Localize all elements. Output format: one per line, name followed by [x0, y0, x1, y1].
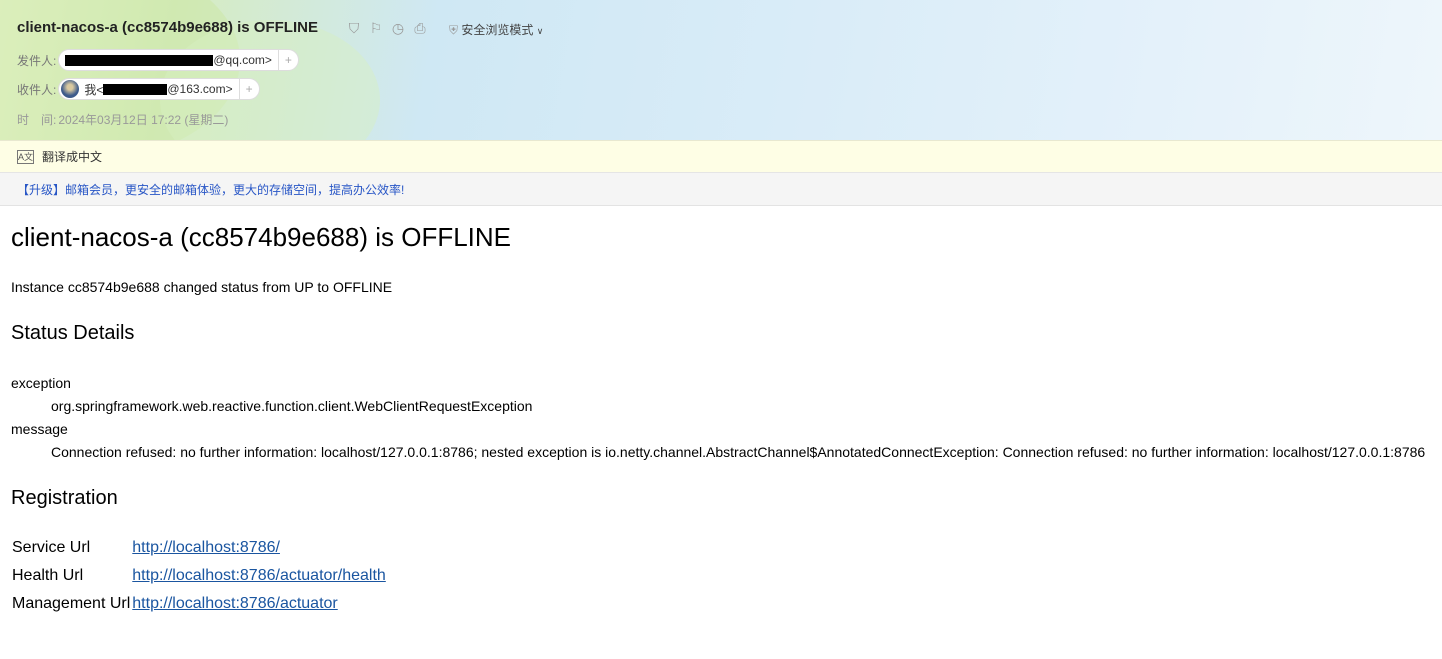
flag-icon[interactable]: ⚐: [368, 20, 384, 37]
status-details-title: Status Details: [11, 322, 135, 344]
sender-email: @qq.com>: [213, 53, 272, 67]
row-label: Health Url: [12, 567, 84, 584]
add-contact-button[interactable]: +: [238, 79, 259, 99]
chevron-down-icon: ∨: [536, 26, 544, 36]
registration-table: Service Url http://localhost:8786/ Health…: [11, 534, 387, 618]
table-row: Health Url http://localhost:8786/actuator…: [11, 562, 387, 590]
management-url-link[interactable]: http://localhost:8786/actuator: [132, 595, 337, 612]
detail-key: exception: [11, 375, 71, 391]
sender-label: 发件人:: [17, 53, 57, 68]
promo-banner[interactable]: 【升级】邮箱会员，更安全的邮箱体验，更大的存储空间，提高办公效率!: [0, 173, 1442, 206]
time-value: 2024年03月12日 17:22 (星期二): [58, 113, 229, 127]
shield-icon: ⛨: [449, 23, 462, 37]
mail-heading: client-nacos-a (cc8574b9e688) is OFFLINE: [11, 222, 512, 252]
detail-value: org.springframework.web.reactive.functio…: [51, 398, 533, 414]
detail-value: Connection refused: no further informati…: [51, 444, 1426, 460]
recipient-label: 收件人:: [17, 82, 57, 97]
mail-subject: client-nacos-a (cc8574b9e688) is OFFLINE: [17, 19, 318, 36]
translate-icon: A文: [17, 149, 34, 164]
table-row: Service Url http://localhost:8786/: [11, 534, 387, 562]
avatar: [61, 80, 80, 98]
service-url-link[interactable]: http://localhost:8786/: [132, 539, 280, 556]
recipient-email: @163.com>: [167, 82, 233, 96]
add-contact-button[interactable]: +: [277, 50, 298, 70]
time-label: 时 间:: [17, 113, 57, 127]
health-url-link[interactable]: http://localhost:8786/actuator/health: [132, 567, 386, 584]
status-change-text: Instance cc8574b9e688 changed status fro…: [11, 279, 393, 295]
status-details-list: exception org.springframework.web.reacti…: [11, 372, 1425, 464]
promo-text[interactable]: 【升级】邮箱会员，更安全的邮箱体验，更大的存储空间，提高办公效率!: [17, 181, 404, 198]
print-icon[interactable]: ⎙: [412, 20, 428, 37]
recipient-chip[interactable]: 我< @163.com> +: [58, 78, 260, 100]
registration-title: Registration: [11, 487, 118, 509]
clock-icon[interactable]: ◷: [390, 20, 406, 37]
mail-header: client-nacos-a (cc8574b9e688) is OFFLINE…: [0, 0, 1442, 140]
mail-body: client-nacos-a (cc8574b9e688) is OFFLINE…: [11, 222, 1425, 618]
row-label: Management Url: [12, 595, 131, 612]
recipient-prefix: 我<: [84, 82, 104, 97]
translate-bar[interactable]: A文 翻译成中文: [0, 140, 1442, 173]
sender-chip[interactable]: @qq.com> +: [58, 49, 299, 71]
safe-mode-label: 安全浏览模式: [461, 23, 534, 37]
bookmark-icon[interactable]: ⛉: [346, 20, 362, 37]
table-row: Management Url http://localhost:8786/actu…: [11, 590, 387, 618]
row-label: Service Url: [12, 539, 91, 556]
detail-key: message: [11, 421, 68, 437]
translate-label: 翻译成中文: [42, 150, 103, 164]
safe-mode-dropdown[interactable]: ⛨ 安全浏览模式 ∨: [449, 21, 543, 38]
